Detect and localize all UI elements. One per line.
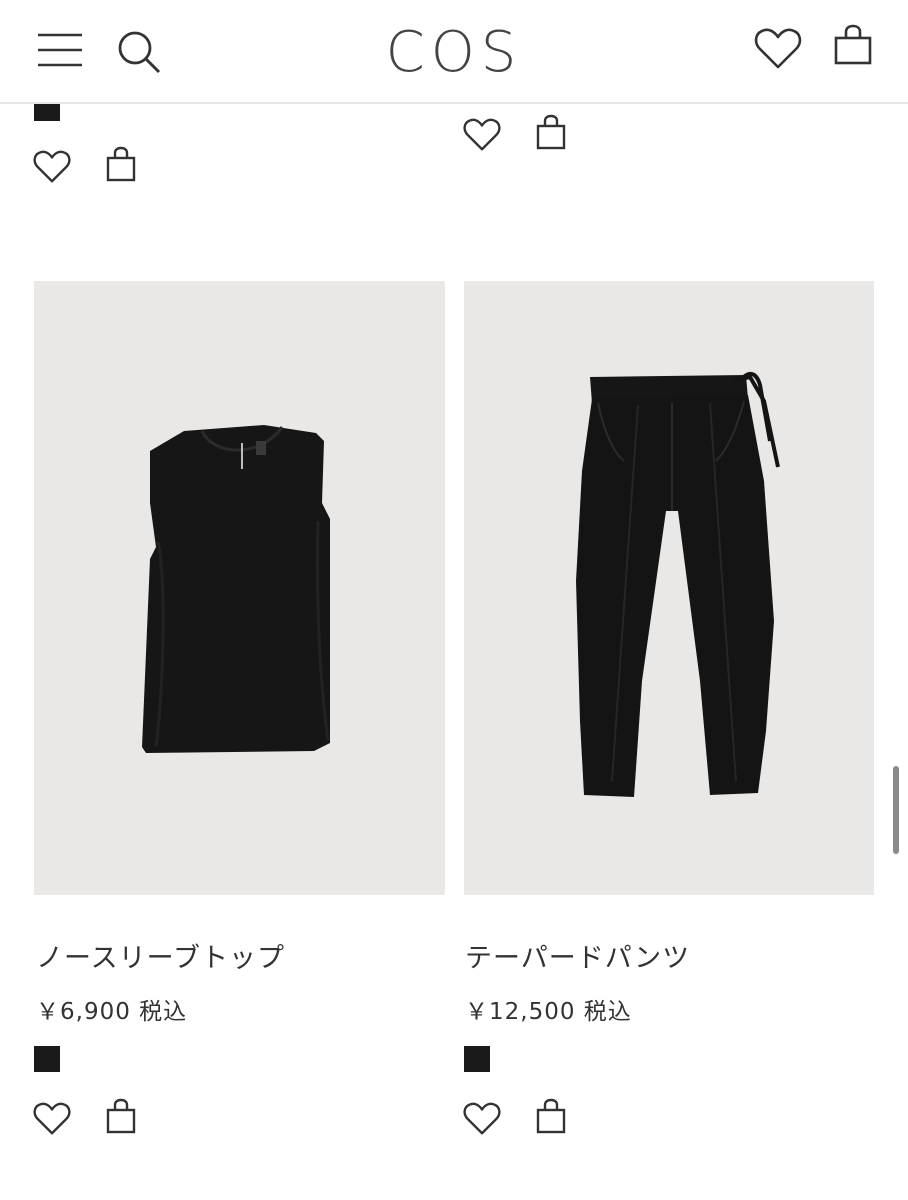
scrollbar-thumb[interactable] xyxy=(893,766,899,854)
color-swatch[interactable] xyxy=(34,102,60,121)
bag-icon xyxy=(106,1098,136,1134)
color-swatch-black[interactable] xyxy=(34,1046,60,1072)
heart-icon xyxy=(463,118,501,151)
add-to-wishlist-button[interactable] xyxy=(33,1102,71,1136)
product-image-tapered-trousers[interactable] xyxy=(464,281,874,895)
color-swatch-black[interactable] xyxy=(464,1046,490,1072)
wishlist-button[interactable] xyxy=(752,26,804,72)
add-to-bag-button[interactable] xyxy=(106,1098,136,1134)
add-to-wishlist-button[interactable] xyxy=(463,1102,501,1136)
product-price: ￥12,500 税込 xyxy=(465,999,632,1025)
bag-icon xyxy=(106,146,136,182)
add-to-bag-button[interactable] xyxy=(106,146,136,182)
product-image-sleeveless-top[interactable] xyxy=(34,281,445,895)
product-price: ￥6,900 税込 xyxy=(36,999,188,1025)
search-button[interactable] xyxy=(114,28,164,76)
cos-logo[interactable]: COS xyxy=(354,20,554,85)
heart-icon xyxy=(33,1102,71,1135)
bag-icon xyxy=(834,24,872,65)
add-to-bag-button[interactable] xyxy=(536,114,566,150)
add-to-bag-button[interactable] xyxy=(536,1098,566,1134)
add-to-wishlist-button[interactable] xyxy=(463,118,501,152)
product-name[interactable]: ノースリーブトップ xyxy=(36,936,285,975)
bag-icon xyxy=(536,1098,566,1134)
search-icon xyxy=(118,31,161,74)
product-name[interactable]: テーパードパンツ xyxy=(465,936,690,975)
heart-icon xyxy=(463,1102,501,1135)
sleeveless-top-image xyxy=(142,425,330,753)
menu-icon xyxy=(38,33,82,67)
site-header: COS xyxy=(0,0,908,104)
shopping-bag-button[interactable] xyxy=(830,22,876,68)
tapered-trousers-image xyxy=(576,372,780,797)
heart-icon xyxy=(754,28,802,69)
add-to-wishlist-button[interactable] xyxy=(33,150,71,184)
heart-icon xyxy=(33,150,71,183)
menu-button[interactable] xyxy=(34,28,86,72)
bag-icon xyxy=(536,114,566,150)
